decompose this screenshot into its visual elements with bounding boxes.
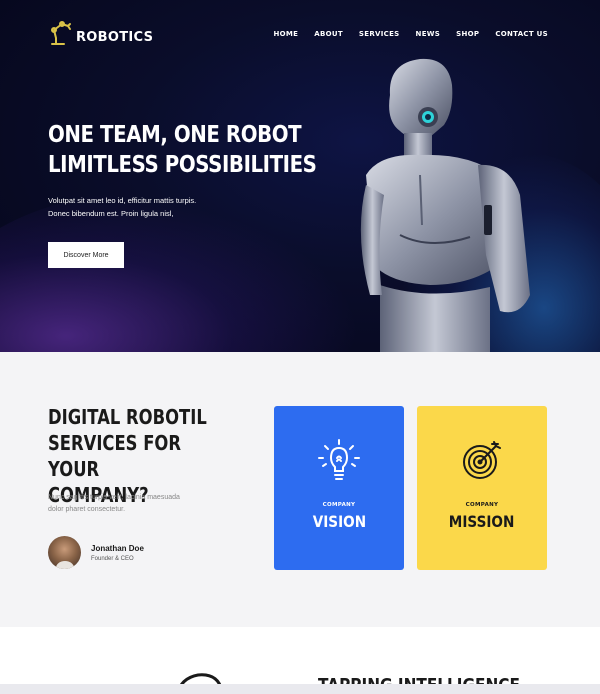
hero-subtitle-line2: Donec bibendum est. Proin ligula nisl, xyxy=(48,209,174,218)
logo[interactable]: ROBOTICS xyxy=(48,18,153,46)
mission-card-label: MISSION xyxy=(449,512,515,531)
vision-card[interactable]: COMPANY VISION xyxy=(274,406,404,570)
services-desc-line2: dolor pharet consectetur. xyxy=(48,506,126,513)
mission-card[interactable]: COMPANY MISSION xyxy=(417,406,547,570)
main-nav: HOME ABOUT SERVICES NEWS SHOP CONTACT US xyxy=(273,30,548,38)
nav-item-about[interactable]: ABOUT xyxy=(314,30,343,38)
robot-image xyxy=(360,58,530,352)
target-icon xyxy=(463,441,501,479)
page-bottom-bar xyxy=(0,684,600,694)
nav-item-home[interactable]: HOME xyxy=(273,30,298,38)
hero-subtitle: Volutpat sit amet leo id, efficitur matt… xyxy=(48,194,248,220)
hero-title: ONE TEAM, ONE ROBOT LIMITLESS POSSIBILIT… xyxy=(48,120,317,180)
discover-more-button[interactable]: Discover More xyxy=(48,242,124,268)
nav-item-contact[interactable]: CONTACT US xyxy=(495,30,548,38)
avatar xyxy=(48,536,81,569)
nav-item-news[interactable]: NEWS xyxy=(416,30,441,38)
mission-card-label-small: COMPANY xyxy=(465,502,499,508)
vision-card-label: VISION xyxy=(312,512,366,531)
nav-item-shop[interactable]: SHOP xyxy=(456,30,479,38)
hero-section: ROBOTICS HOME ABOUT SERVICES NEWS SHOP C… xyxy=(0,0,600,352)
nav-item-services[interactable]: SERVICES xyxy=(359,30,400,38)
author-block: Jonathan Doe Founder & CEO xyxy=(48,536,144,569)
hero-subtitle-line1: Volutpat sit amet leo id, efficitur matt… xyxy=(48,196,197,205)
services-title-line2: SERVICES FOR YOUR xyxy=(48,431,181,481)
services-description: Nunc sagittis turpis velit, lacinia maes… xyxy=(48,492,223,516)
vision-card-label-small: COMPANY xyxy=(322,502,356,508)
services-desc-line1: Nunc sagittis turpis velit, lacinia maes… xyxy=(48,494,180,501)
robot-arm-icon xyxy=(51,21,71,45)
author-role: Founder & CEO xyxy=(91,555,134,562)
services-section: DIGITAL ROBOTIL SERVICES FOR YOUR COMPAN… xyxy=(0,352,600,627)
brand-name: ROBOTICS xyxy=(76,29,154,45)
author-name: Jonathan Doe xyxy=(91,543,144,553)
hero-title-line2: LIMITLESS POSSIBILITIES xyxy=(48,152,317,178)
hero-title-line1: ONE TEAM, ONE ROBOT xyxy=(48,122,302,148)
lightbulb-icon xyxy=(318,439,360,480)
services-title-line1: DIGITAL ROBOTIL xyxy=(48,405,207,429)
